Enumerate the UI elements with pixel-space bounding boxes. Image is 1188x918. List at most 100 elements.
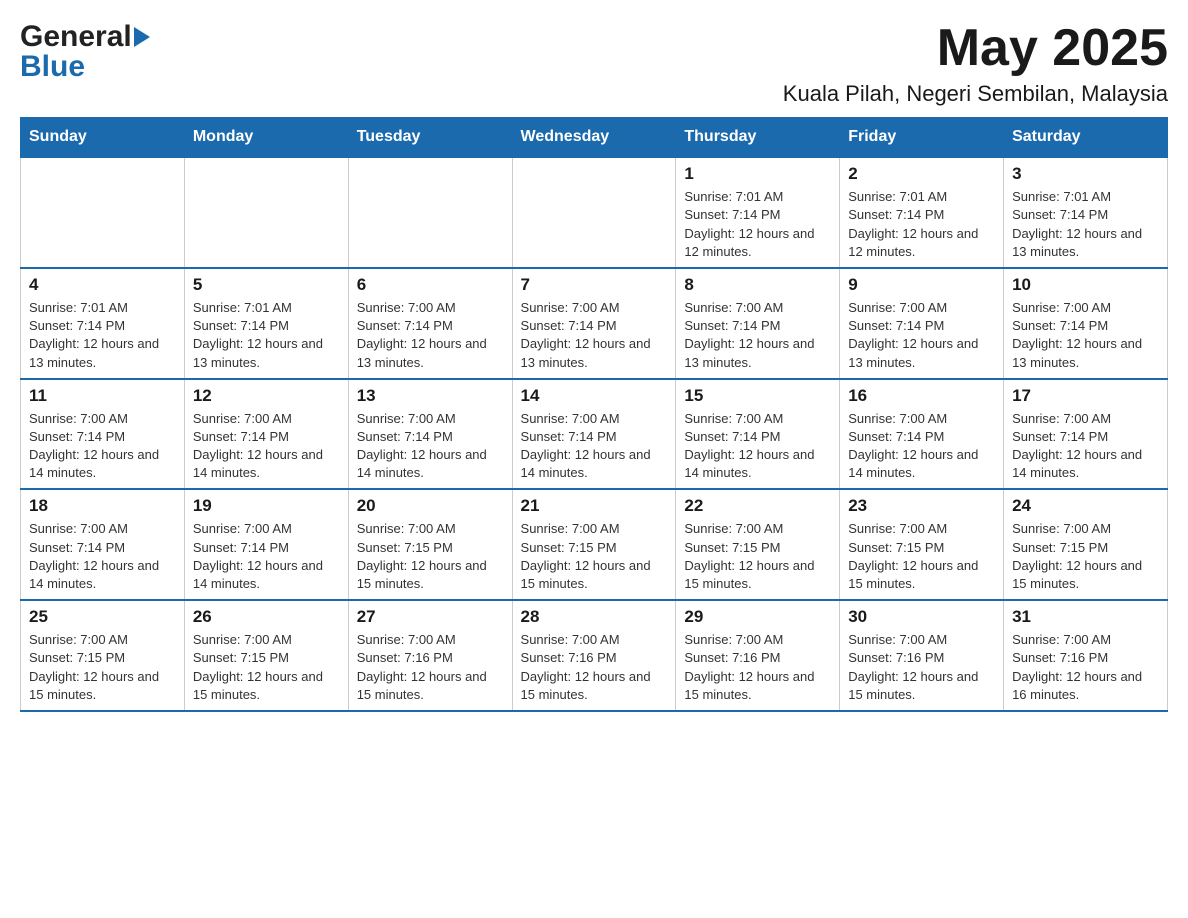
calendar-cell: 24 Sunrise: 7:00 AMSunset: 7:15 PMDayligh…	[1004, 489, 1168, 600]
day-number: 9	[848, 275, 995, 295]
calendar-cell: 23 Sunrise: 7:00 AMSunset: 7:15 PMDayligh…	[840, 489, 1004, 600]
day-info: Sunrise: 7:00 AMSunset: 7:15 PMDaylight:…	[193, 631, 340, 704]
weekday-header-sunday: Sunday	[21, 118, 185, 158]
calendar-cell: 28 Sunrise: 7:00 AMSunset: 7:16 PMDayligh…	[512, 600, 676, 711]
day-info: Sunrise: 7:00 AMSunset: 7:16 PMDaylight:…	[521, 631, 668, 704]
day-info: Sunrise: 7:01 AMSunset: 7:14 PMDaylight:…	[1012, 188, 1159, 261]
day-number: 20	[357, 496, 504, 516]
day-info: Sunrise: 7:00 AMSunset: 7:14 PMDaylight:…	[521, 410, 668, 483]
day-info: Sunrise: 7:00 AMSunset: 7:14 PMDaylight:…	[684, 299, 831, 372]
day-number: 17	[1012, 386, 1159, 406]
calendar-cell: 8 Sunrise: 7:00 AMSunset: 7:14 PMDaylight…	[676, 268, 840, 379]
day-number: 1	[684, 164, 831, 184]
day-info: Sunrise: 7:00 AMSunset: 7:14 PMDaylight:…	[1012, 299, 1159, 372]
calendar-week-3: 11 Sunrise: 7:00 AMSunset: 7:14 PMDayligh…	[21, 379, 1168, 490]
weekday-header-saturday: Saturday	[1004, 118, 1168, 158]
day-info: Sunrise: 7:00 AMSunset: 7:16 PMDaylight:…	[357, 631, 504, 704]
day-number: 5	[193, 275, 340, 295]
day-number: 14	[521, 386, 668, 406]
day-info: Sunrise: 7:01 AMSunset: 7:14 PMDaylight:…	[848, 188, 995, 261]
calendar-cell: 3 Sunrise: 7:01 AMSunset: 7:14 PMDaylight…	[1004, 157, 1168, 268]
day-number: 21	[521, 496, 668, 516]
month-title: May 2025	[783, 20, 1168, 77]
calendar-cell: 26 Sunrise: 7:00 AMSunset: 7:15 PMDayligh…	[184, 600, 348, 711]
day-info: Sunrise: 7:00 AMSunset: 7:14 PMDaylight:…	[357, 410, 504, 483]
logo-blue-text: Blue	[20, 50, 85, 84]
calendar-cell: 31 Sunrise: 7:00 AMSunset: 7:16 PMDayligh…	[1004, 600, 1168, 711]
day-info: Sunrise: 7:00 AMSunset: 7:16 PMDaylight:…	[1012, 631, 1159, 704]
calendar-header-row: SundayMondayTuesdayWednesdayThursdayFrid…	[21, 118, 1168, 158]
calendar-table: SundayMondayTuesdayWednesdayThursdayFrid…	[20, 117, 1168, 712]
day-info: Sunrise: 7:00 AMSunset: 7:14 PMDaylight:…	[1012, 410, 1159, 483]
calendar-cell: 27 Sunrise: 7:00 AMSunset: 7:16 PMDayligh…	[348, 600, 512, 711]
day-info: Sunrise: 7:00 AMSunset: 7:14 PMDaylight:…	[29, 410, 176, 483]
day-info: Sunrise: 7:01 AMSunset: 7:14 PMDaylight:…	[193, 299, 340, 372]
day-number: 10	[1012, 275, 1159, 295]
calendar-cell: 17 Sunrise: 7:00 AMSunset: 7:14 PMDayligh…	[1004, 379, 1168, 490]
day-info: Sunrise: 7:00 AMSunset: 7:14 PMDaylight:…	[193, 520, 340, 593]
calendar-cell: 10 Sunrise: 7:00 AMSunset: 7:14 PMDayligh…	[1004, 268, 1168, 379]
calendar-cell	[512, 157, 676, 268]
day-info: Sunrise: 7:00 AMSunset: 7:14 PMDaylight:…	[521, 299, 668, 372]
calendar-cell: 1 Sunrise: 7:01 AMSunset: 7:14 PMDaylight…	[676, 157, 840, 268]
location-title: Kuala Pilah, Negeri Sembilan, Malaysia	[783, 81, 1168, 107]
day-info: Sunrise: 7:00 AMSunset: 7:15 PMDaylight:…	[29, 631, 176, 704]
calendar-cell: 22Sunrise: 7:00 AMSunset: 7:15 PMDayligh…	[676, 489, 840, 600]
day-info: Sunrise: 7:00 AMSunset: 7:14 PMDaylight:…	[193, 410, 340, 483]
day-number: 8	[684, 275, 831, 295]
day-info: Sunrise: 7:00 AMSunset: 7:15 PMDaylight:…	[848, 520, 995, 593]
calendar-cell: 5 Sunrise: 7:01 AMSunset: 7:14 PMDaylight…	[184, 268, 348, 379]
day-number: 2	[848, 164, 995, 184]
calendar-cell: 13Sunrise: 7:00 AMSunset: 7:14 PMDayligh…	[348, 379, 512, 490]
calendar-cell: 7 Sunrise: 7:00 AMSunset: 7:14 PMDaylight…	[512, 268, 676, 379]
calendar-week-1: 1 Sunrise: 7:01 AMSunset: 7:14 PMDaylight…	[21, 157, 1168, 268]
day-info: Sunrise: 7:00 AMSunset: 7:15 PMDaylight:…	[1012, 520, 1159, 593]
day-number: 3	[1012, 164, 1159, 184]
day-info: Sunrise: 7:00 AMSunset: 7:16 PMDaylight:…	[684, 631, 831, 704]
day-number: 24	[1012, 496, 1159, 516]
calendar-week-4: 18Sunrise: 7:00 AMSunset: 7:14 PMDayligh…	[21, 489, 1168, 600]
day-number: 23	[848, 496, 995, 516]
calendar-cell: 21 Sunrise: 7:00 AMSunset: 7:15 PMDayligh…	[512, 489, 676, 600]
day-number: 6	[357, 275, 504, 295]
day-number: 26	[193, 607, 340, 627]
day-number: 12	[193, 386, 340, 406]
day-number: 27	[357, 607, 504, 627]
calendar-cell: 11 Sunrise: 7:00 AMSunset: 7:14 PMDayligh…	[21, 379, 185, 490]
calendar-cell	[21, 157, 185, 268]
calendar-cell: 19Sunrise: 7:00 AMSunset: 7:14 PMDayligh…	[184, 489, 348, 600]
page-header: General Blue May 2025 Kuala Pilah, Neger…	[20, 20, 1168, 107]
logo-general-text: General	[20, 20, 132, 54]
day-number: 4	[29, 275, 176, 295]
calendar-cell: 29Sunrise: 7:00 AMSunset: 7:16 PMDayligh…	[676, 600, 840, 711]
logo-arrow-icon	[134, 27, 150, 47]
calendar-cell: 18Sunrise: 7:00 AMSunset: 7:14 PMDayligh…	[21, 489, 185, 600]
calendar-cell	[348, 157, 512, 268]
day-info: Sunrise: 7:00 AMSunset: 7:15 PMDaylight:…	[684, 520, 831, 593]
day-number: 7	[521, 275, 668, 295]
calendar-cell: 12 Sunrise: 7:00 AMSunset: 7:14 PMDayligh…	[184, 379, 348, 490]
day-number: 15	[684, 386, 831, 406]
weekday-header-thursday: Thursday	[676, 118, 840, 158]
calendar-cell: 15Sunrise: 7:00 AMSunset: 7:14 PMDayligh…	[676, 379, 840, 490]
day-number: 16	[848, 386, 995, 406]
day-number: 25	[29, 607, 176, 627]
calendar-week-5: 25 Sunrise: 7:00 AMSunset: 7:15 PMDayligh…	[21, 600, 1168, 711]
day-info: Sunrise: 7:00 AMSunset: 7:14 PMDaylight:…	[848, 299, 995, 372]
logo: General Blue	[20, 20, 150, 84]
calendar-cell: 14 Sunrise: 7:00 AMSunset: 7:14 PMDayligh…	[512, 379, 676, 490]
day-info: Sunrise: 7:01 AMSunset: 7:14 PMDaylight:…	[29, 299, 176, 372]
weekday-header-tuesday: Tuesday	[348, 118, 512, 158]
day-info: Sunrise: 7:00 AMSunset: 7:14 PMDaylight:…	[29, 520, 176, 593]
calendar-cell: 16 Sunrise: 7:00 AMSunset: 7:14 PMDayligh…	[840, 379, 1004, 490]
weekday-header-friday: Friday	[840, 118, 1004, 158]
day-number: 11	[29, 386, 176, 406]
day-info: Sunrise: 7:00 AMSunset: 7:15 PMDaylight:…	[521, 520, 668, 593]
day-number: 28	[521, 607, 668, 627]
calendar-cell: 4 Sunrise: 7:01 AMSunset: 7:14 PMDaylight…	[21, 268, 185, 379]
day-number: 31	[1012, 607, 1159, 627]
day-info: Sunrise: 7:00 AMSunset: 7:14 PMDaylight:…	[848, 410, 995, 483]
calendar-cell: 9 Sunrise: 7:00 AMSunset: 7:14 PMDaylight…	[840, 268, 1004, 379]
calendar-cell	[184, 157, 348, 268]
day-info: Sunrise: 7:01 AMSunset: 7:14 PMDaylight:…	[684, 188, 831, 261]
